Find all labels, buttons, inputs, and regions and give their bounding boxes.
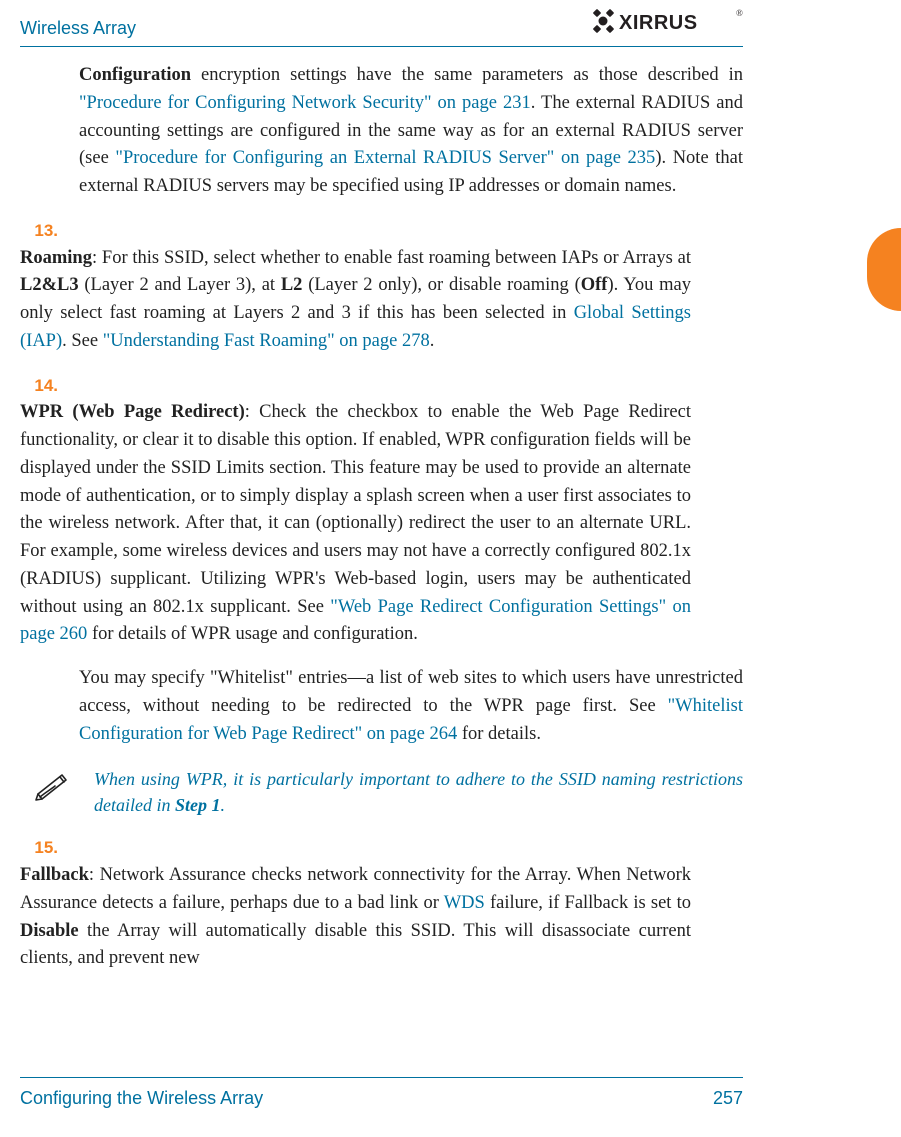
item-lead: Roaming [20, 248, 92, 268]
t: failure, if Fallback is set to [485, 893, 691, 913]
footer-section: Configuring the Wireless Array [20, 1088, 263, 1109]
t: (Layer 2 and Layer 3), at [79, 275, 281, 295]
note-text: When using WPR, it is particularly impor… [94, 766, 743, 818]
footer-page-number: 257 [713, 1088, 743, 1109]
item-number: 15. [20, 834, 68, 861]
t: You may specify "Whitelist" entries—a li… [79, 668, 743, 716]
item-body: Fallback: Network Assurance checks netwo… [20, 862, 691, 973]
item-lead: Fallback [20, 865, 89, 885]
b: L2 [281, 275, 303, 295]
item-lead: WPR (Web Page Redirect) [20, 402, 245, 422]
note-step-ref: Step 1 [175, 795, 221, 815]
header-rule [20, 46, 743, 47]
item-number: 14. [20, 372, 68, 399]
page-header: Wireless Array [0, 18, 901, 39]
note-callout: When using WPR, it is particularly impor… [20, 766, 743, 818]
t: for details of WPR usage and configurati… [87, 624, 418, 644]
svg-text:®: ® [736, 8, 743, 18]
item-body: Roaming: For this SSID, select whether t… [20, 245, 691, 356]
doc-title: Wireless Array [20, 18, 136, 38]
list-item-13: 13. Roaming: For this SSID, select wheth… [20, 217, 743, 356]
link-wds[interactable]: WDS [444, 893, 485, 913]
item-body: WPR (Web Page Redirect): Check the check… [20, 399, 691, 649]
t: . [430, 331, 435, 351]
link-fast-roaming[interactable]: "Understanding Fast Roaming" on page 278 [103, 331, 430, 351]
brand-logo: XIRRUS ® [593, 6, 743, 41]
t: for details. [457, 724, 541, 744]
item-14-p2: You may specify "Whitelist" entries—a li… [79, 665, 743, 748]
t: (Layer 2 only), or disable roaming ( [302, 275, 580, 295]
link-network-security[interactable]: "Procedure for Configuring Network Secur… [79, 93, 531, 113]
t: . See [62, 331, 103, 351]
cont-t1: encryption settings have the same parame… [191, 65, 743, 85]
page-footer: Configuring the Wireless Array 257 [20, 1077, 743, 1109]
t: : For this SSID, select whether to enabl… [92, 248, 691, 268]
list-item-14: 14. WPR (Web Page Redirect): Check the c… [20, 372, 743, 650]
brand-text: XIRRUS [619, 12, 698, 34]
cont-lead: Configuration [79, 65, 191, 85]
t: . [221, 795, 226, 815]
list-item-15: 15. Fallback: Network Assurance checks n… [20, 834, 743, 973]
b: L2&L3 [20, 275, 79, 295]
side-thumb-tab [867, 228, 901, 311]
link-external-radius[interactable]: "Procedure for Configuring an External R… [115, 148, 655, 168]
t: the Array will automatically disable thi… [20, 921, 691, 969]
continued-paragraph: Configuration encryption settings have t… [79, 62, 743, 201]
page-content: Configuration encryption settings have t… [20, 62, 743, 1057]
b: Off [581, 275, 608, 295]
note-icon [32, 766, 72, 814]
item-number: 13. [20, 217, 68, 244]
b: Disable [20, 921, 79, 941]
t: : Check the checkbox to enable the Web P… [20, 402, 691, 616]
